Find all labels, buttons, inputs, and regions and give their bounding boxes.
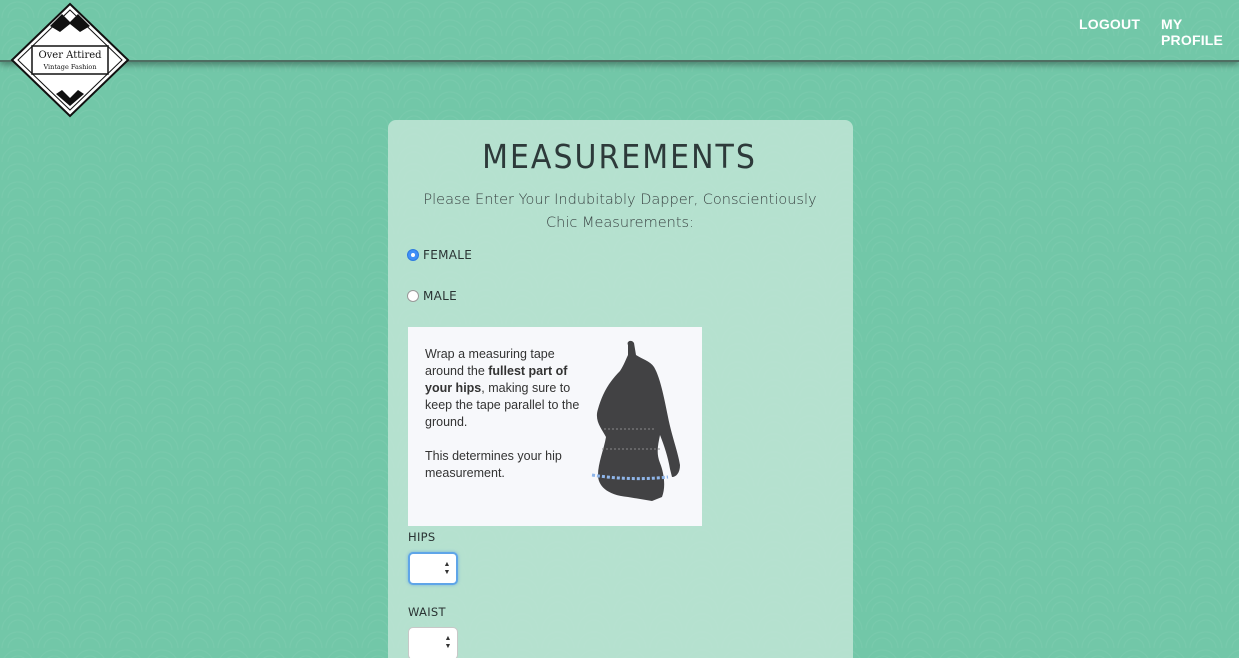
- hips-label: HIPS: [408, 530, 436, 544]
- waist-label: WAIST: [408, 605, 446, 619]
- top-navbar: [0, 0, 1239, 62]
- over-attired-logo[interactable]: Over Attired Vintage Fashion: [10, 2, 130, 118]
- my-profile-link[interactable]: MY PROFILE: [1161, 16, 1239, 48]
- gender-option-male[interactable]: MALE: [407, 289, 457, 303]
- waist-stepper[interactable]: ▲ ▼: [408, 627, 458, 658]
- female-label[interactable]: FEMALE: [423, 248, 472, 262]
- gender-option-female[interactable]: FEMALE: [407, 248, 472, 262]
- logo-line1: Over Attired: [38, 50, 102, 61]
- female-radio[interactable]: [407, 249, 419, 261]
- mannequin-illustration: [591, 340, 680, 501]
- instruction-text: Wrap a measuring tape around the fullest…: [425, 347, 580, 480]
- logo-line2: Vintage Fashion: [42, 63, 96, 71]
- stepper-arrows-icon[interactable]: ▲ ▼: [444, 635, 452, 651]
- male-label[interactable]: MALE: [423, 289, 457, 303]
- page-subtitle: Please Enter Your Indubitably Dapper, Co…: [423, 192, 817, 231]
- stepper-arrows-icon[interactable]: ▲ ▼: [443, 561, 451, 577]
- male-radio[interactable]: [407, 290, 419, 302]
- page-title: MEASUREMENTS: [482, 138, 757, 177]
- logout-link[interactable]: LOGOUT: [1079, 16, 1140, 32]
- hip-measurement-instructions: Wrap a measuring tape around the fullest…: [408, 327, 702, 526]
- hips-stepper[interactable]: ▲ ▼: [408, 552, 458, 585]
